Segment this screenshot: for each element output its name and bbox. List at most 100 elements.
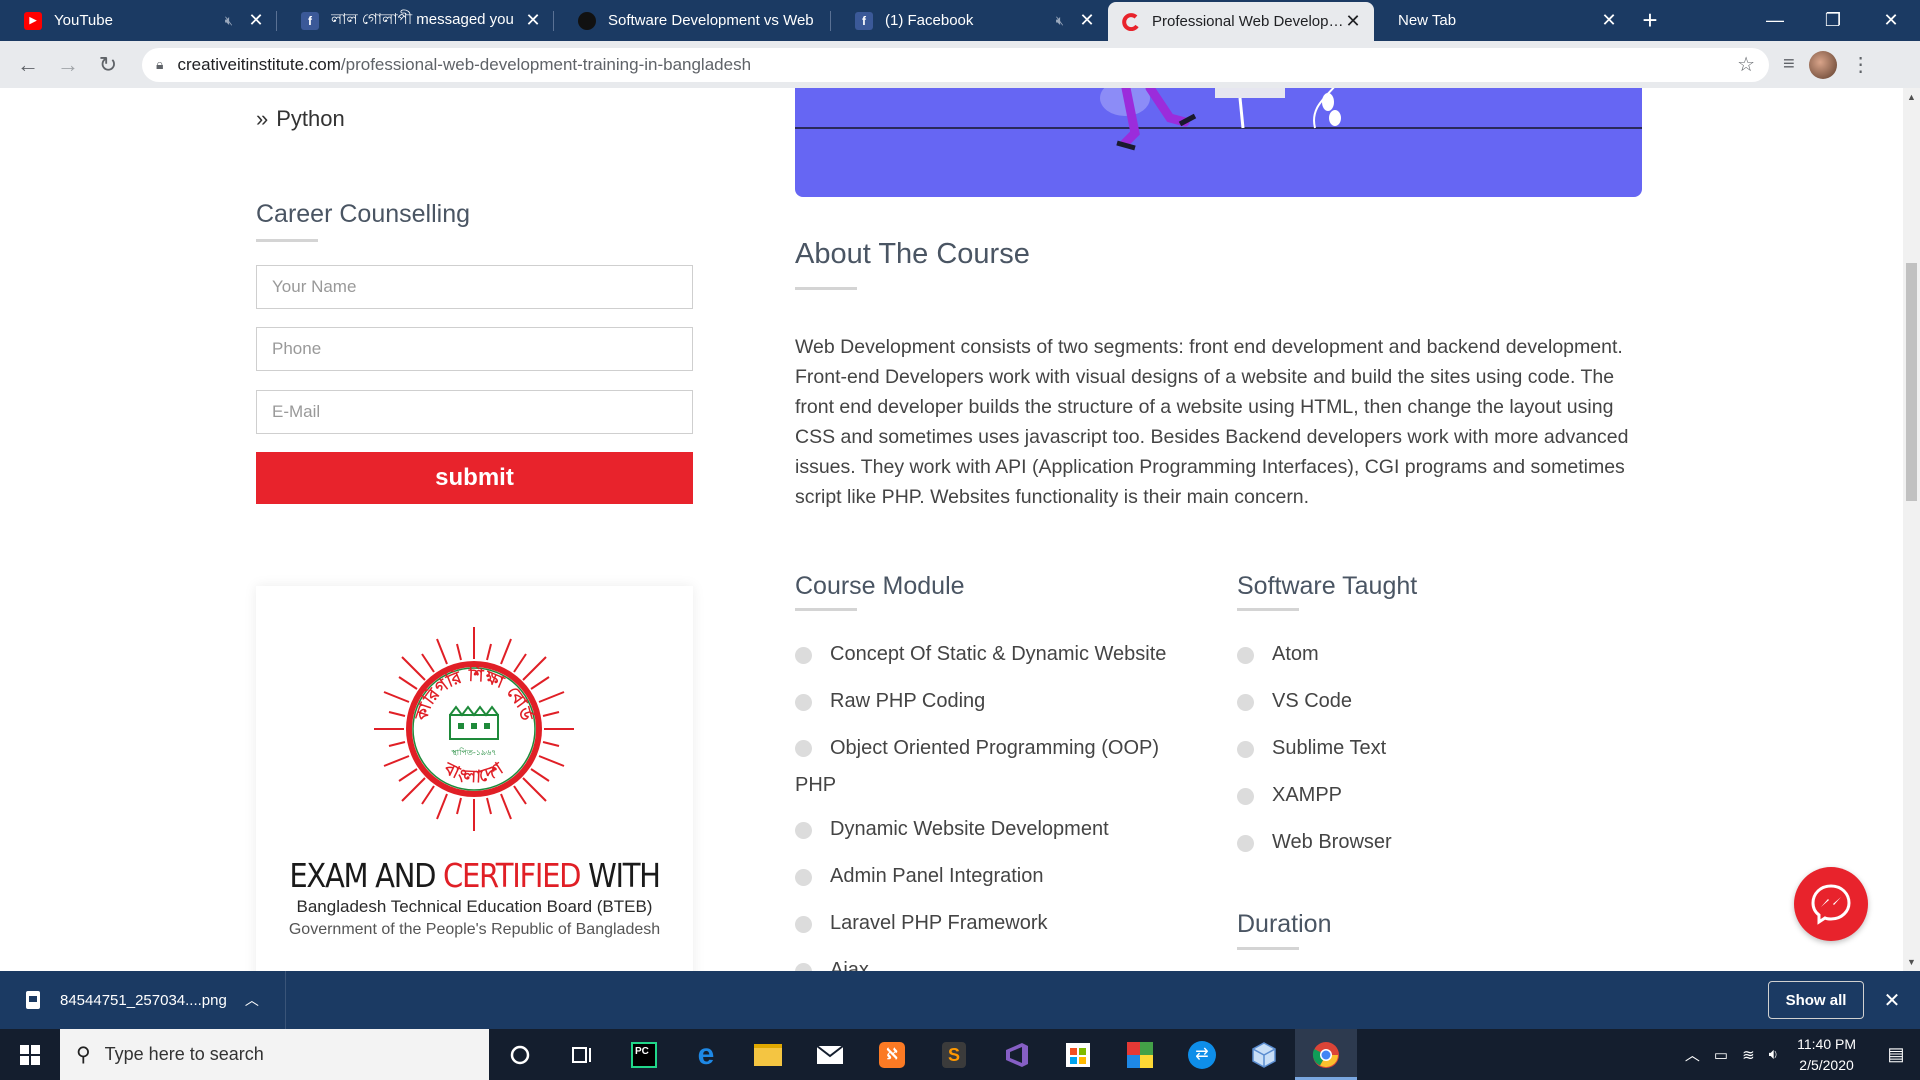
show-all-button[interactable]: Show all	[1768, 981, 1864, 1019]
close-icon[interactable]: ✕	[247, 10, 265, 31]
close-icon[interactable]: ✕	[1600, 10, 1618, 31]
github-icon	[578, 11, 596, 30]
taskbar-clock[interactable]: 11:40 PM 2/5/2020	[1797, 1034, 1856, 1076]
bullet-dot	[1237, 647, 1254, 664]
bullet-dot	[795, 822, 812, 839]
software-taught-heading: Software Taught	[1237, 572, 1418, 600]
virtualbox-icon[interactable]	[1233, 1029, 1295, 1080]
back-button[interactable]: ←	[8, 45, 48, 85]
reload-button[interactable]: ↻	[88, 45, 128, 85]
software-taught-list: Atom VS Code Sublime Text XAMPP Web Brow…	[1237, 639, 1597, 874]
task-view-icon[interactable]	[551, 1029, 613, 1080]
career-counselling-heading: Career Counselling	[256, 200, 471, 228]
about-course-heading: About The Course	[795, 238, 1030, 270]
tab-strip: ▶ YouTube 🔇︎ ✕ f লাল গোলাপী messaged you…	[0, 0, 1920, 41]
lock-icon[interactable]: 🔒︎	[156, 56, 163, 73]
close-icon[interactable]: ✕	[1864, 988, 1920, 1013]
menu-kebab-icon[interactable]: ⋮	[1851, 52, 1871, 77]
bullet-dot	[795, 647, 812, 664]
tab-professional-web-dev[interactable]: Professional Web Development ✕	[1108, 2, 1374, 41]
messenger-chat-button[interactable]	[1794, 867, 1868, 941]
cortana-icon[interactable]	[489, 1029, 551, 1080]
minimize-icon[interactable]: —	[1746, 0, 1804, 41]
list-item: Object Oriented Programming (OOP) PHP	[795, 737, 1159, 796]
bookmark-star-icon[interactable]: ☆	[1737, 52, 1755, 77]
chevron-up-icon[interactable]: ︿	[245, 990, 259, 1010]
media-playlist-icon[interactable]: ≡	[1783, 53, 1795, 76]
edge-icon[interactable]: e	[675, 1029, 737, 1080]
store-icon[interactable]	[1047, 1029, 1109, 1080]
course-module-heading: Course Module	[795, 572, 965, 600]
heading-underline	[795, 608, 857, 611]
mail-icon[interactable]	[799, 1029, 861, 1080]
search-icon: ⚲	[76, 1044, 91, 1066]
scrollbar-thumb[interactable]	[1906, 263, 1917, 501]
facebook-icon: f	[855, 11, 873, 30]
battery-icon[interactable]: ▭	[1714, 1046, 1728, 1064]
scroll-up-arrow-icon[interactable]: ▲	[1903, 92, 1920, 102]
taskbar-search-box[interactable]: ⚲ Type here to search	[60, 1029, 489, 1080]
bullet-dot	[1237, 788, 1254, 805]
close-icon[interactable]: ✕	[1078, 10, 1096, 31]
speaker-muted-icon[interactable]: 🔇︎	[1056, 13, 1064, 29]
visual-studio-icon[interactable]	[985, 1029, 1047, 1080]
bullet-dot	[795, 869, 812, 886]
submit-button[interactable]: submit	[256, 452, 693, 504]
windows-start-button[interactable]	[0, 1029, 60, 1080]
heading-underline	[1237, 947, 1299, 950]
list-item: Web Browser	[1237, 827, 1597, 857]
heading-underline	[1237, 608, 1299, 611]
profile-avatar[interactable]	[1808, 50, 1837, 79]
phone-input[interactable]: Phone	[256, 327, 693, 371]
list-item: Ajax	[795, 955, 1185, 971]
window-controls: — ❐ ✕	[1746, 0, 1920, 41]
list-item: VS Code	[1237, 686, 1597, 716]
tab-title: Software Development vs Web	[608, 12, 814, 29]
list-item: Atom	[1237, 639, 1597, 669]
tab-new-tab[interactable]: New Tab ✕	[1374, 0, 1630, 41]
tab-software-dev[interactable]: Software Development vs Web	[554, 0, 831, 41]
forward-button[interactable]: →	[48, 45, 88, 85]
developer-illustration	[795, 88, 1642, 151]
close-icon[interactable]: ✕	[1344, 11, 1362, 32]
certification-card: কারিগরি শিক্ষা বোর্ড বাংলাদেশ স্থাপিত-১৯…	[256, 586, 693, 971]
volume-icon[interactable]: 🔉︎	[1769, 1046, 1778, 1063]
page-scrollbar[interactable]: ▲ ▼	[1903, 88, 1920, 971]
winrar-icon[interactable]	[1109, 1029, 1171, 1080]
restore-icon[interactable]: ❐	[1804, 0, 1862, 41]
tab-facebook[interactable]: f (1) Facebook 🔇︎ ✕	[831, 0, 1108, 41]
teamviewer-icon[interactable]: ⇄	[1171, 1029, 1233, 1080]
sublime-icon[interactable]: S	[923, 1029, 985, 1080]
heading-underline	[795, 287, 857, 290]
bullet-dot	[1237, 835, 1254, 852]
download-item[interactable]: 84544751_257034....png ︿	[0, 971, 286, 1029]
close-window-icon[interactable]: ✕	[1862, 0, 1920, 41]
bullet-dot	[795, 740, 812, 757]
url-host: creativeitinstitute.com	[177, 54, 341, 74]
tab-facebook-message[interactable]: f লাল গোলাপী messaged you ✕	[277, 0, 554, 41]
address-bar[interactable]: 🔒︎ creativeitinstitute.com/professional-…	[142, 47, 1769, 82]
list-item: XAMPP	[1237, 780, 1597, 810]
facebook-icon: f	[301, 11, 319, 30]
chrome-icon[interactable]	[1295, 1029, 1357, 1080]
notification-center-icon[interactable]: ▤	[1872, 1029, 1920, 1080]
wifi-icon[interactable]: ≋	[1742, 1046, 1755, 1064]
new-tab-button[interactable]: +	[1630, 0, 1670, 41]
download-bar: 84544751_257034....png ︿ Show all ✕	[0, 971, 1920, 1029]
chevron-up-icon[interactable]: ︿	[1685, 1044, 1700, 1065]
email-input[interactable]: E-Mail	[256, 390, 693, 434]
tab-youtube[interactable]: ▶ YouTube 🔇︎ ✕	[0, 0, 277, 41]
tab-title: Professional Web Development	[1152, 13, 1344, 30]
list-item: Dynamic Website Development	[795, 814, 1185, 844]
close-icon[interactable]: ✕	[524, 10, 542, 31]
scroll-down-arrow-icon[interactable]: ▼	[1903, 957, 1920, 967]
xampp-icon[interactable]: ℵ	[861, 1029, 923, 1080]
tab-title: লাল গোলাপী messaged you	[331, 11, 514, 28]
file-explorer-icon[interactable]	[737, 1029, 799, 1080]
name-input[interactable]: Your Name	[256, 265, 693, 309]
speaker-muted-icon[interactable]: 🔇︎	[225, 13, 233, 29]
pycharm-icon[interactable]: PC	[613, 1029, 675, 1080]
duration-heading: Duration	[1237, 910, 1332, 938]
youtube-icon: ▶	[24, 11, 42, 30]
url-path: /professional-web-development-training-i…	[340, 54, 752, 74]
